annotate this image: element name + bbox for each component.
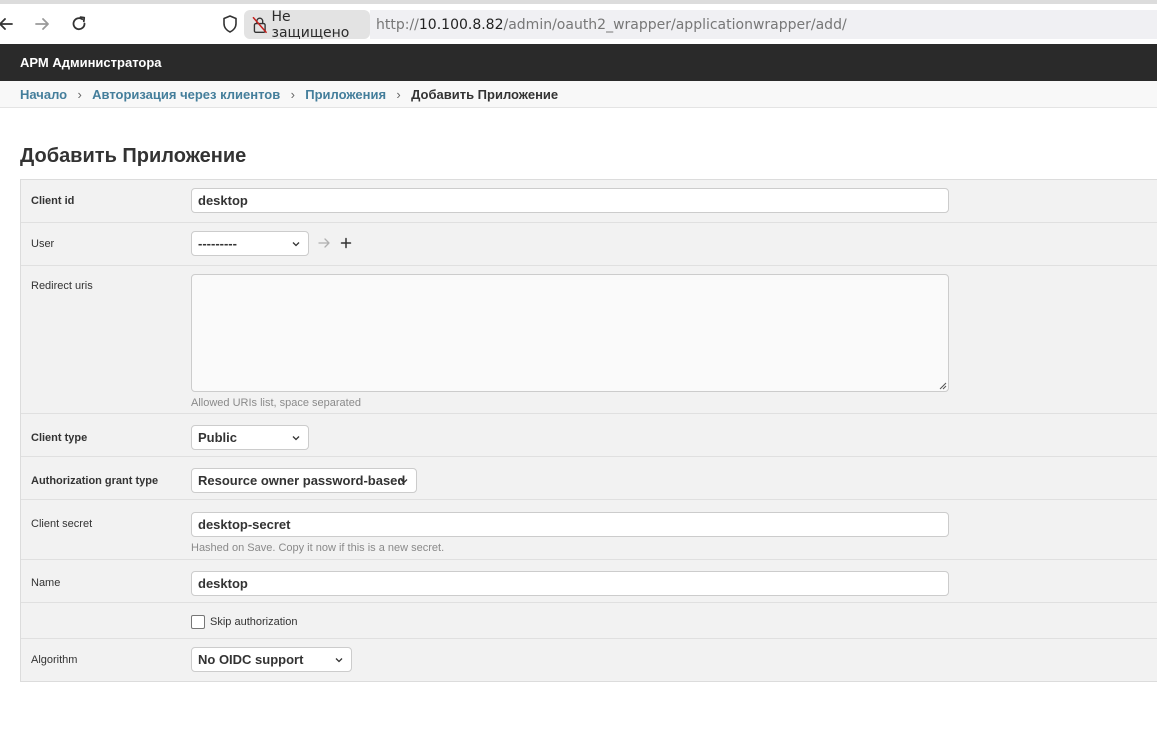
name-label: Name <box>31 577 61 589</box>
skip-authorization-label[interactable]: Skip authorization <box>210 616 297 628</box>
forward-arrow-icon <box>35 18 49 30</box>
form-row-grant-type: Authorization grant type Resource owner … <box>21 457 1157 500</box>
breadcrumb-separator: › <box>290 86 295 102</box>
admin-header: АРМ Администратора <box>0 44 1157 81</box>
chevron-down-icon <box>400 479 408 484</box>
site-branding[interactable]: АРМ Администратора <box>20 55 162 70</box>
user-select[interactable]: --------- <box>191 231 309 256</box>
tracking-shield-icon[interactable] <box>220 14 240 34</box>
form-row-skip-authorization: Skip authorization <box>21 603 1157 639</box>
back-arrow-icon <box>0 18 13 30</box>
user-select-value: --------- <box>198 236 237 251</box>
resize-grip-icon[interactable] <box>937 380 947 390</box>
add-related-user-link[interactable] <box>338 235 354 251</box>
forward-button[interactable] <box>30 12 54 36</box>
view-related-user-link[interactable] <box>316 235 332 251</box>
reload-button[interactable] <box>67 12 91 36</box>
url-scheme: http:// <box>376 16 419 33</box>
plus-icon <box>340 237 352 249</box>
client-id-label: Client id <box>31 195 75 207</box>
algorithm-select-value: No OIDC support <box>198 652 304 667</box>
client-type-select[interactable]: Public <box>191 425 309 450</box>
algorithm-select[interactable]: No OIDC support <box>191 647 352 672</box>
breadcrumb-current: Добавить Приложение <box>411 86 559 102</box>
user-label: User <box>31 238 55 250</box>
page-title: Добавить Приложение <box>20 145 247 167</box>
form-row-redirect-uris: Redirect uris Allowed URIs list, space s… <box>21 266 1157 414</box>
chevron-down-icon <box>292 242 300 247</box>
form-row-client-secret: Client secret desktop-secret Hashed on S… <box>21 500 1157 560</box>
form-row-algorithm: Algorithm No OIDC support <box>21 639 1157 682</box>
grant-type-select-value: Resource owner password-based <box>198 473 406 488</box>
grant-type-label: Authorization grant type <box>31 475 159 487</box>
address-bar[interactable]: http://10.100.8.82/admin/oauth2_wrapper/… <box>370 10 1157 39</box>
client-secret-help: Hashed on Save. Copy it now if this is a… <box>191 542 445 554</box>
insecure-lock-icon <box>252 16 267 33</box>
url-host: 10.100.8.82 <box>418 16 504 33</box>
browser-toolbar: Не защищено http://10.100.8.82/admin/oau… <box>0 4 1157 44</box>
redirect-uris-textarea[interactable] <box>191 274 949 392</box>
form-row-name: Name desktop <box>21 560 1157 603</box>
url-path: /admin/oauth2_wrapper/applicationwrapper… <box>503 16 847 33</box>
client-type-label: Client type <box>31 432 88 444</box>
client-secret-field[interactable]: desktop-secret <box>191 512 949 537</box>
client-type-select-value: Public <box>198 430 238 445</box>
application-form: Client id desktop User --------- Redirec… <box>20 179 1157 682</box>
breadcrumb-separator: › <box>77 86 82 102</box>
client-id-field[interactable]: desktop <box>191 188 949 213</box>
breadcrumb-separator: › <box>396 86 401 102</box>
algorithm-label: Algorithm <box>31 654 78 666</box>
security-label: Не защищено <box>271 8 350 41</box>
skip-authorization-checkbox[interactable] <box>191 615 205 629</box>
form-row-client-type: Client type Public <box>21 414 1157 457</box>
breadcrumb-model-link[interactable]: Приложения <box>305 87 386 102</box>
breadcrumb-home-link[interactable]: Начало <box>20 87 67 102</box>
back-button[interactable] <box>0 12 18 36</box>
chevron-down-icon <box>292 436 300 441</box>
form-row-user: User --------- <box>21 223 1157 266</box>
client-secret-label: Client secret <box>31 518 93 530</box>
arrow-right-icon <box>318 238 330 248</box>
breadcrumb: Начало › Авторизация через клиентов › Пр… <box>0 81 1157 108</box>
reload-icon <box>72 16 86 31</box>
redirect-uris-label: Redirect uris <box>31 280 93 292</box>
name-field[interactable]: desktop <box>191 571 949 596</box>
redirect-uris-help: Allowed URIs list, space separated <box>191 397 361 409</box>
security-indicator[interactable]: Не защищено <box>244 8 370 41</box>
breadcrumb-app-link[interactable]: Авторизация через клиентов <box>92 87 280 102</box>
chevron-down-icon <box>335 658 343 663</box>
form-row-client-id: Client id desktop <box>21 180 1157 223</box>
grant-type-select[interactable]: Resource owner password-based <box>191 468 417 493</box>
